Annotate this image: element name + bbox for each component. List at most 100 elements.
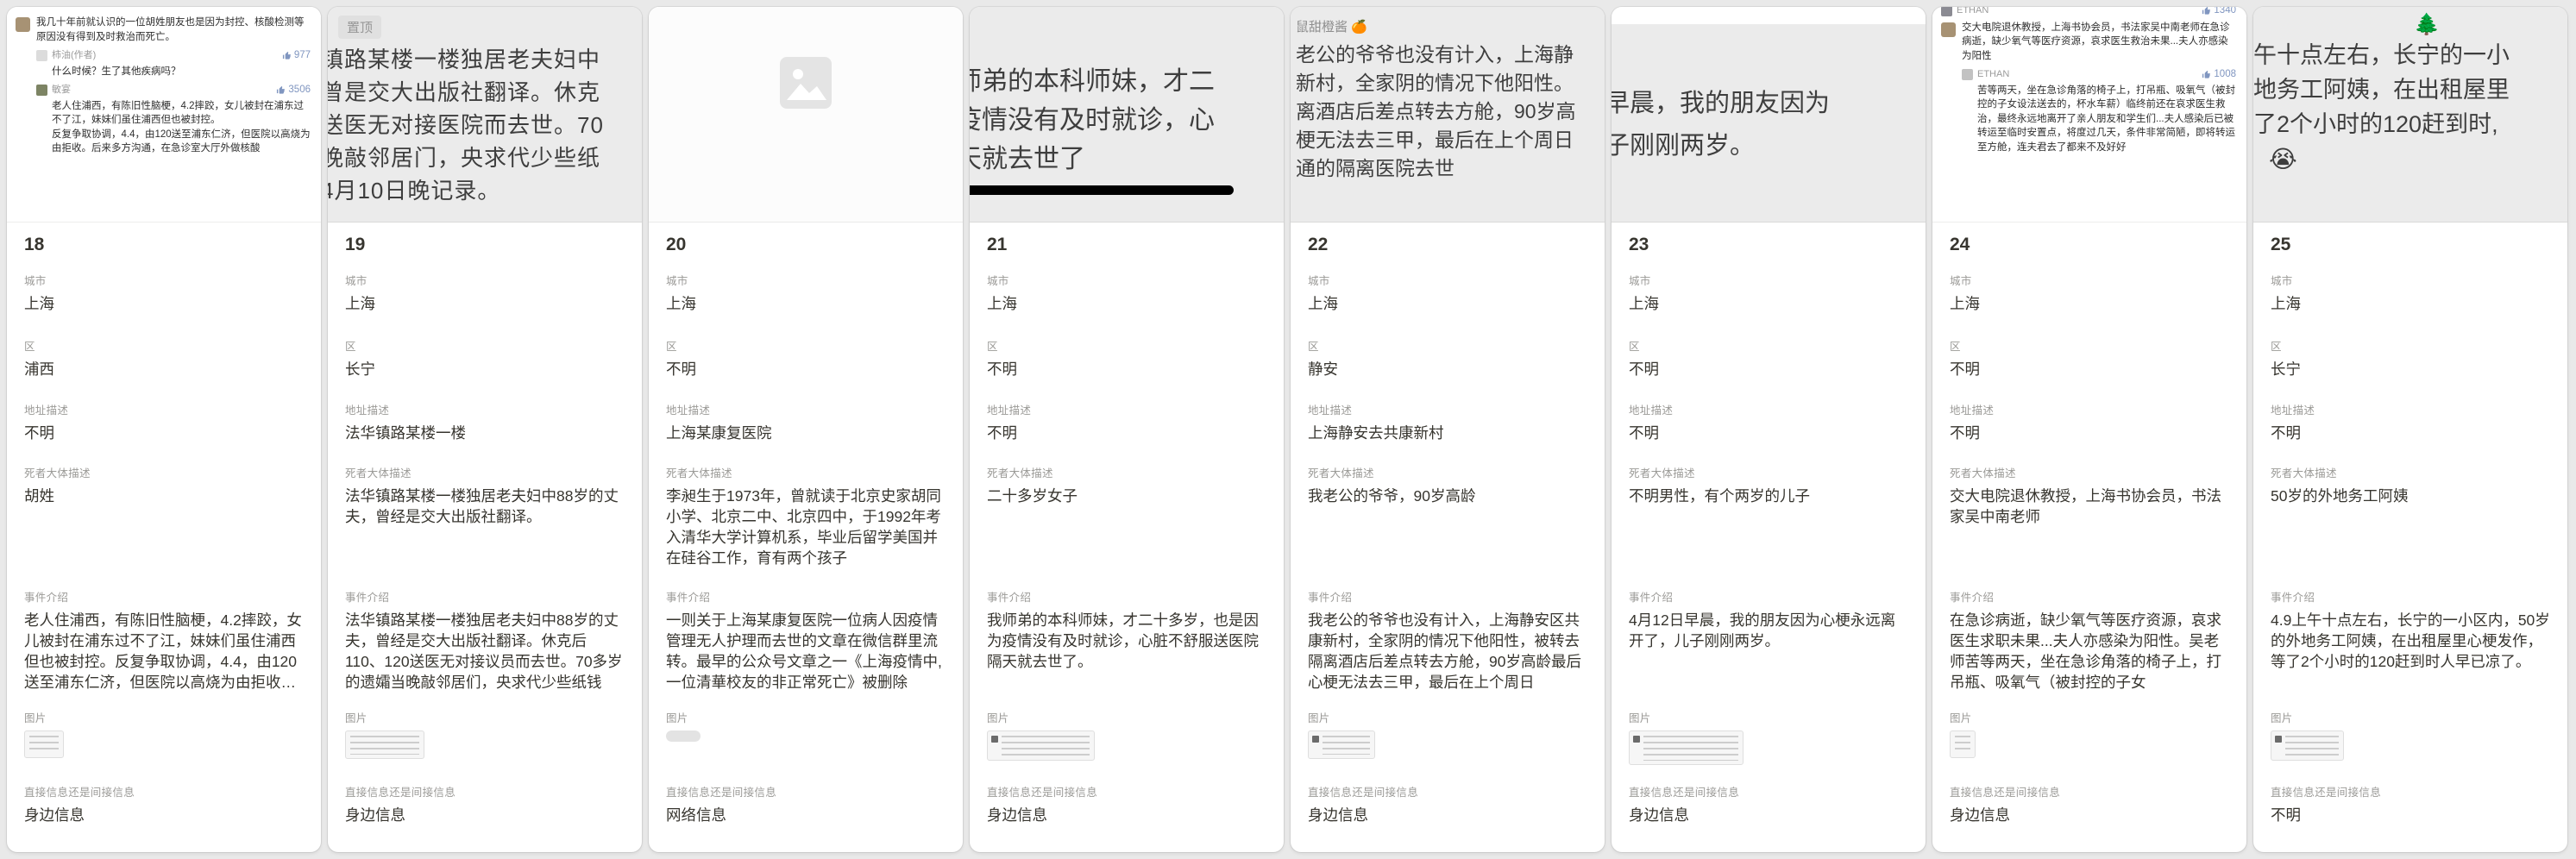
field-label-city: 城市 — [1629, 274, 1908, 288]
attachment-thumbnail[interactable] — [2271, 730, 2344, 761]
field-label-event: 事件介绍 — [1308, 591, 1587, 605]
field-value-city: 上海 — [1308, 293, 1587, 314]
field-value-event: 我老公的爷爷也没有计入，上海静安区共康新村，全家阴的情况下他阳性，被转去隔离酒店… — [1308, 610, 1587, 693]
reply-header: 柿油(作者)977 — [36, 48, 311, 63]
field-label-direct: 直接信息还是间接信息 — [2271, 786, 2550, 799]
field-label-city: 城市 — [666, 274, 946, 288]
field-label-district: 区 — [24, 340, 304, 354]
attachment-thumbnail[interactable] — [1308, 730, 1375, 759]
card-cover-image: 早晨，我的朋友因为子刚刚两岁。 — [1612, 7, 1926, 223]
commenter-name: 柿油(作者) — [52, 48, 96, 63]
gallery-card[interactable]: ETHAN1340交大电院退休教授，上海书协会员，书法家吴中南老师在急诊病逝，缺… — [1932, 7, 2246, 852]
like-count: 1340 — [2202, 7, 2236, 18]
cover-text-line: 老公的爷爷也没有计入，上海静 — [1296, 41, 1605, 69]
cover-text-line: 离酒店后差点转去方舱，90岁高 — [1296, 97, 1605, 126]
field-value-address: 法华镇路某楼一楼 — [345, 423, 625, 443]
field-label-image: 图片 — [345, 712, 625, 725]
thumbnail-avatar — [2275, 736, 2282, 743]
thumbnail-avatar — [1312, 736, 1319, 743]
card-cover-image: 鼠甜橙酱 🍊老公的爷爷也没有计入，上海静新村，全家阴的情况下他阳性。离酒店后差点… — [1291, 7, 1605, 223]
cover-text-line: 送医无对接医院而去世。70 — [328, 109, 642, 141]
tree-emoji: 🌲 — [2414, 12, 2567, 38]
field-label-event: 事件介绍 — [987, 591, 1266, 605]
attachment-thumbnail[interactable] — [1629, 730, 1744, 765]
field-value-deceased: 胡姓 — [24, 486, 304, 506]
field-value-event: 4月12日早晨，我的朋友因为心梗永远离开了，儿子刚刚两岁。 — [1629, 610, 1908, 651]
like-icon — [2202, 70, 2211, 79]
thumbnail-text-lines — [1002, 736, 1090, 756]
thread-main-comment: 交大电院退休教授，上海书协会员，书法家吴中南老师在急诊病逝，缺少氧气等医疗资源，… — [1941, 21, 2236, 64]
field-label-address: 地址描述 — [666, 404, 946, 417]
thumbnail-text-lines — [1323, 736, 1370, 755]
reply-text: 什么时候？生了其他疾病吗？ — [52, 65, 311, 79]
field-label-deceased: 死者大体描述 — [987, 467, 1266, 480]
card-body: 23 城市 上海 区 不明 地址描述 不明 死者大体描述 不明男性，有个两岁的儿… — [1612, 223, 1926, 852]
thread-reply: 柿油(作者)977 什么时候？生了其他疾病吗？ — [36, 48, 311, 78]
field-value-direct: 身边信息 — [24, 805, 304, 825]
card-cover-image: 我几十年前就认识的一位胡姓朋友也是因为封控、核酸检测等原因没有得到及时救治而死亡… — [7, 7, 321, 223]
gallery-card[interactable]: 置顶镇路某楼一楼独居老夫妇中曾是交大出版社翻译。休克送医无对接医院而去世。70晚… — [328, 7, 642, 852]
card-cover-image: 师弟的本科师妹，才二疫情没有及时就诊，心天就去世了 — [970, 7, 1284, 223]
thread-reply: ETHAN1008苦等两天，坐在急诊角落的椅子上，打吊瓶、吸氧气（被封控的子女设… — [1962, 67, 2236, 154]
field-value-direct: 身边信息 — [1308, 805, 1587, 825]
field-label-image: 图片 — [987, 712, 1266, 725]
like-icon — [282, 51, 292, 60]
thumbnail-text-lines — [29, 736, 59, 754]
like-icon — [276, 85, 286, 95]
field-value-city: 上海 — [24, 293, 304, 314]
field-value-deceased: 交大电院退休教授，上海书协会员，书法家吴中南老师 — [1950, 486, 2229, 527]
field-label-city: 城市 — [987, 274, 1266, 288]
gallery-card[interactable]: 我几十年前就认识的一位胡姓朋友也是因为封控、核酸检测等原因没有得到及时救治而死亡… — [7, 7, 321, 852]
card-number: 22 — [1308, 233, 1587, 274]
field-value-direct: 身边信息 — [345, 805, 625, 825]
gallery-card[interactable]: 鼠甜橙酱 🍊老公的爷爷也没有计入，上海静新村，全家阴的情况下他阳性。离酒店后差点… — [1291, 7, 1605, 852]
gallery-card[interactable]: 早晨，我的朋友因为子刚刚两岁。 23 城市 上海 区 不明 地址描述 不明 死者… — [1612, 7, 1926, 852]
field-label-deceased: 死者大体描述 — [666, 467, 946, 480]
card-number: 24 — [1950, 233, 2229, 274]
field-value-direct: 网络信息 — [666, 805, 946, 825]
cover-text-line: 师弟的本科师妹，才二 — [970, 62, 1284, 101]
field-label-event: 事件介绍 — [24, 591, 304, 605]
thumbnail-text-lines — [2285, 736, 2339, 756]
field-value-district: 不明 — [1950, 359, 2229, 379]
field-value-direct: 身边信息 — [1629, 805, 1908, 825]
gallery-card[interactable]: 20 城市 上海 区 不明 地址描述 上海某康复医院 死者大体描述 李昶生于19… — [649, 7, 963, 852]
field-value-direct: 不明 — [2271, 805, 2550, 825]
field-label-city: 城市 — [1950, 274, 2229, 288]
card-body: 21 城市 上海 区 不明 地址描述 不明 死者大体描述 二十多岁女子 事件介绍… — [970, 223, 1284, 852]
gallery-card[interactable]: 师弟的本科师妹，才二疫情没有及时就诊，心天就去世了 21 城市 上海 区 不明 … — [970, 7, 1284, 852]
gallery-card[interactable]: 🌲午十点左右，长宁的一小地务工阿姨，在出租屋里了2个小时的120赶到时,😭 25… — [2253, 7, 2567, 852]
field-label-deceased: 死者大体描述 — [2271, 467, 2550, 480]
field-label-image: 图片 — [2271, 712, 2550, 725]
field-value-direct: 身边信息 — [987, 805, 1266, 825]
crying-emoji: 😭 — [2269, 145, 2567, 173]
field-value-city: 上海 — [1950, 293, 2229, 314]
field-label-district: 区 — [1308, 340, 1587, 354]
thread-main-comment: 我几十年前就认识的一位胡姓朋友也是因为封控、核酸检测等原因没有得到及时救治而死亡… — [16, 16, 311, 44]
thumbnail-avatar — [991, 736, 998, 743]
field-value-district: 不明 — [1629, 359, 1908, 379]
field-value-district: 不明 — [987, 359, 1266, 379]
attachment-thumbnail[interactable] — [666, 730, 701, 742]
thread-reply: 敏宴3506老人住浦西，有陈旧性脑梗，4.2摔跤，女儿被封在浦东过不了江，妹妹们… — [36, 83, 311, 156]
field-value-deceased: 不明男性，有个两岁的儿子 — [1629, 486, 1908, 506]
like-icon — [2202, 7, 2211, 16]
attachment-thumbnail[interactable] — [345, 730, 424, 759]
field-label-deceased: 死者大体描述 — [345, 467, 625, 480]
field-label-event: 事件介绍 — [2271, 591, 2550, 605]
cover-text-line: 天就去世了 — [970, 140, 1284, 179]
commenter-name: 敏宴 — [52, 83, 71, 97]
field-label-address: 地址描述 — [1950, 404, 2229, 417]
card-body: 25 城市 上海 区 长宁 地址描述 不明 死者大体描述 50岁的外地务工阿姨 … — [2253, 223, 2567, 852]
card-body: 22 城市 上海 区 静安 地址描述 上海静安去共康新村 死者大体描述 我老公的… — [1291, 223, 1605, 852]
reply-header: ETHAN1008 — [1962, 67, 2236, 82]
attachment-thumbnail[interactable] — [987, 730, 1095, 761]
field-label-city: 城市 — [24, 274, 304, 288]
field-label-city: 城市 — [2271, 274, 2550, 288]
field-label-city: 城市 — [345, 274, 625, 288]
field-label-image: 图片 — [24, 712, 304, 725]
like-count: 1008 — [2202, 67, 2236, 82]
attachment-thumbnail[interactable] — [1950, 730, 1976, 758]
attachment-thumbnail[interactable] — [24, 730, 64, 758]
card-cover-image — [649, 7, 963, 223]
